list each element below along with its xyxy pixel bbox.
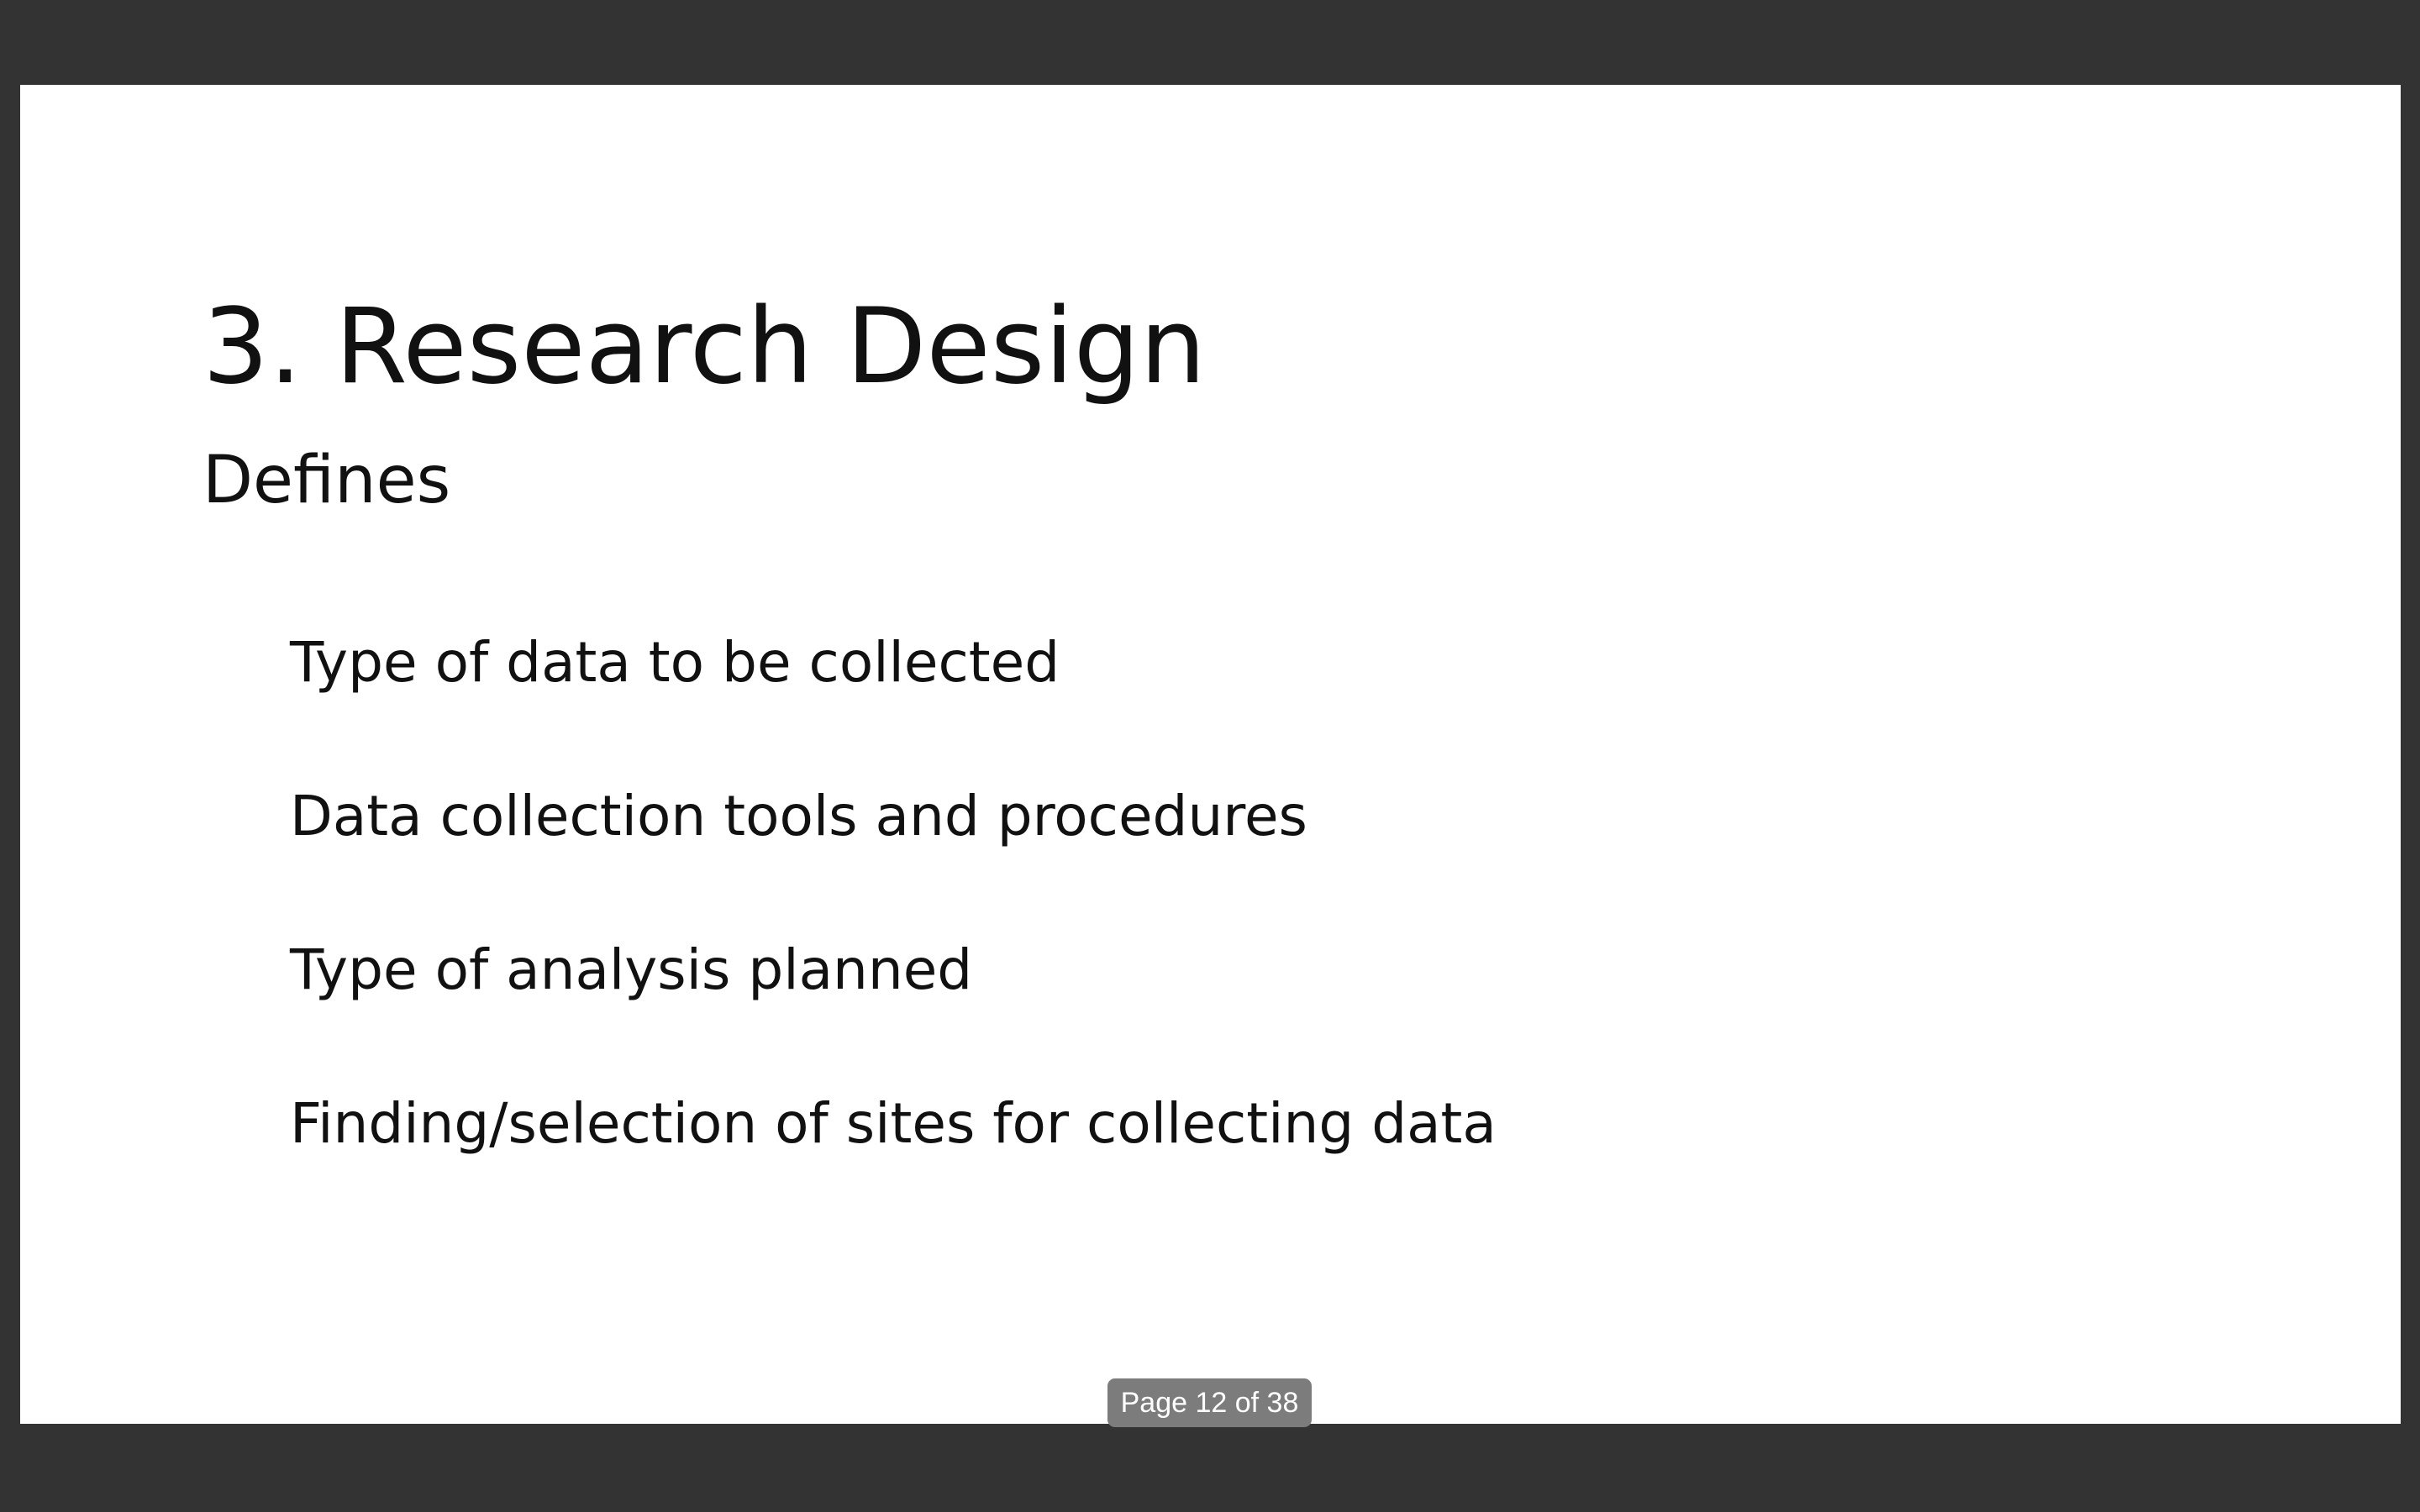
slide-subtitle: Defines <box>203 443 451 518</box>
bullet-item: Data collection tools and procedures <box>290 784 1307 848</box>
bullet-item: Finding/selection of sites for collectin… <box>290 1091 1497 1156</box>
bullet-item: Type of data to be collected <box>290 630 1060 695</box>
page-indicator: Page 12 of 38 <box>1107 1378 1312 1427</box>
bullet-item: Type of analysis planned <box>290 937 973 1002</box>
slide-title: 3. Research Design <box>203 286 1207 407</box>
slide: 3. Research Design Defines Type of data … <box>20 85 2401 1424</box>
presentation-viewer: 3. Research Design Defines Type of data … <box>0 0 2420 1512</box>
